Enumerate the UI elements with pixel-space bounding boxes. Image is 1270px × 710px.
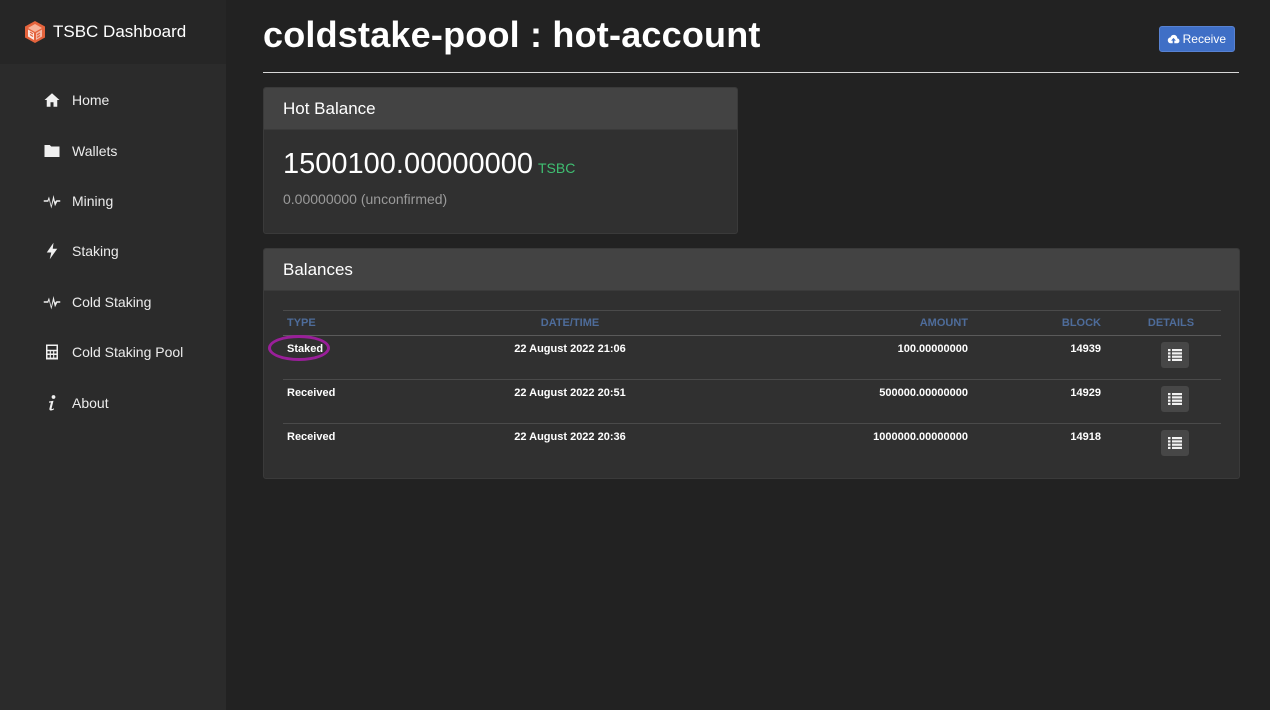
table-header-row: TYPE DATE/TIME AMOUNT BLOCK DETAILS (283, 310, 1221, 336)
sidebar-item-cold-staking-pool[interactable]: Cold Staking Pool (0, 327, 226, 377)
table-row: Received 22 August 2022 20:51 500000.000… (283, 379, 1221, 424)
row-type: Received (283, 379, 466, 424)
highlight-annotation (268, 335, 330, 361)
hot-balance-heading: Hot Balance (264, 88, 737, 130)
page-header: coldstake-pool : hot-account Receive (263, 0, 1239, 73)
hot-balance-panel: Hot Balance 1500100.00000000 TSBC 0.00000… (263, 87, 738, 234)
balances-heading: Balances (264, 249, 1239, 291)
pulse-icon (42, 292, 61, 311)
list-icon (1168, 393, 1182, 405)
row-type-cell: Staked (268, 335, 466, 380)
row-datetime: 22 August 2022 21:06 (466, 335, 674, 380)
hot-balance-unit: TSBC (537, 160, 576, 176)
calculator-icon (42, 343, 61, 362)
column-header-type[interactable]: TYPE (283, 310, 466, 336)
sidebar-item-wallets[interactable]: Wallets (0, 125, 226, 175)
sidebar-item-cold-staking[interactable]: Cold Staking (0, 277, 226, 327)
receive-button-label: Receive (1182, 32, 1226, 46)
hot-balance-amount: 1500100.00000000 TSBC (283, 148, 575, 181)
sidebar-item-about[interactable]: About (0, 377, 226, 427)
details-button[interactable] (1161, 386, 1189, 412)
cloud-upload-icon (1167, 34, 1180, 43)
receive-button[interactable]: Receive (1158, 26, 1235, 52)
sidebar-item-home[interactable]: Home (0, 75, 226, 125)
cube-logo-icon (25, 21, 45, 43)
balances-table: TYPE DATE/TIME AMOUNT BLOCK DETAILS Stak… (268, 310, 1221, 468)
hot-balance-unconfirmed: 0.00000000 (unconfirmed) (283, 191, 448, 207)
column-header-details: DETAILS (1105, 310, 1221, 336)
folder-icon (42, 141, 61, 160)
details-button[interactable] (1161, 430, 1189, 456)
info-icon (42, 393, 61, 412)
main-content: coldstake-pool : hot-account Receive Hot… (263, 0, 1240, 479)
brand[interactable]: TSBC Dashboard (0, 0, 226, 64)
sidebar-item-label: Mining (72, 192, 114, 209)
row-amount: 500000.00000000 (674, 379, 972, 424)
list-icon (1168, 349, 1182, 361)
row-amount: 100.00000000 (674, 335, 972, 380)
details-button[interactable] (1161, 342, 1189, 368)
row-details-cell (1105, 379, 1221, 424)
sidebar-item-label: Cold Staking Pool (72, 344, 184, 361)
sidebar: TSBC Dashboard Home Wallets Mining Staki… (0, 0, 226, 710)
sidebar-nav: Home Wallets Mining Staking Cold Staking (0, 64, 226, 428)
table-row: Staked 22 August 2022 21:06 100.00000000… (268, 335, 1221, 380)
row-datetime: 22 August 2022 20:36 (514, 431, 626, 443)
row-amount: 1000000.00000000 (873, 431, 968, 443)
row-details-cell (1105, 424, 1221, 468)
column-header-datetime[interactable]: DATE/TIME (466, 310, 674, 336)
bolt-icon (42, 242, 61, 261)
row-block: 14939 (972, 335, 1105, 380)
row-type: Received (287, 431, 336, 443)
row-details-cell (1105, 335, 1221, 380)
home-icon (42, 91, 61, 110)
column-header-block[interactable]: BLOCK (972, 310, 1105, 336)
row-block: 14929 (972, 379, 1105, 424)
sidebar-item-mining[interactable]: Mining (0, 176, 226, 226)
row-block: 14918 (1070, 431, 1101, 443)
sidebar-item-label: Home (72, 92, 110, 109)
table-row: Received 22 August 2022 20:36 1000000.00… (283, 424, 1221, 468)
column-header-amount[interactable]: AMOUNT (674, 310, 972, 336)
row-datetime: 22 August 2022 20:51 (466, 379, 674, 424)
brand-name: TSBC Dashboard (53, 22, 187, 41)
hot-balance-value: 1500100.00000000 (283, 148, 533, 180)
sidebar-item-label: Cold Staking (72, 293, 152, 310)
sidebar-item-label: About (72, 394, 109, 411)
sidebar-item-label: Staking (72, 243, 119, 260)
sidebar-item-staking[interactable]: Staking (0, 226, 226, 276)
page-title: coldstake-pool : hot-account (263, 14, 761, 55)
sidebar-item-label: Wallets (72, 142, 118, 159)
list-icon (1168, 437, 1182, 449)
pulse-icon (42, 191, 61, 210)
balances-panel: Balances TYPE DATE/TIME AMOUNT BLOCK DET… (263, 248, 1240, 479)
